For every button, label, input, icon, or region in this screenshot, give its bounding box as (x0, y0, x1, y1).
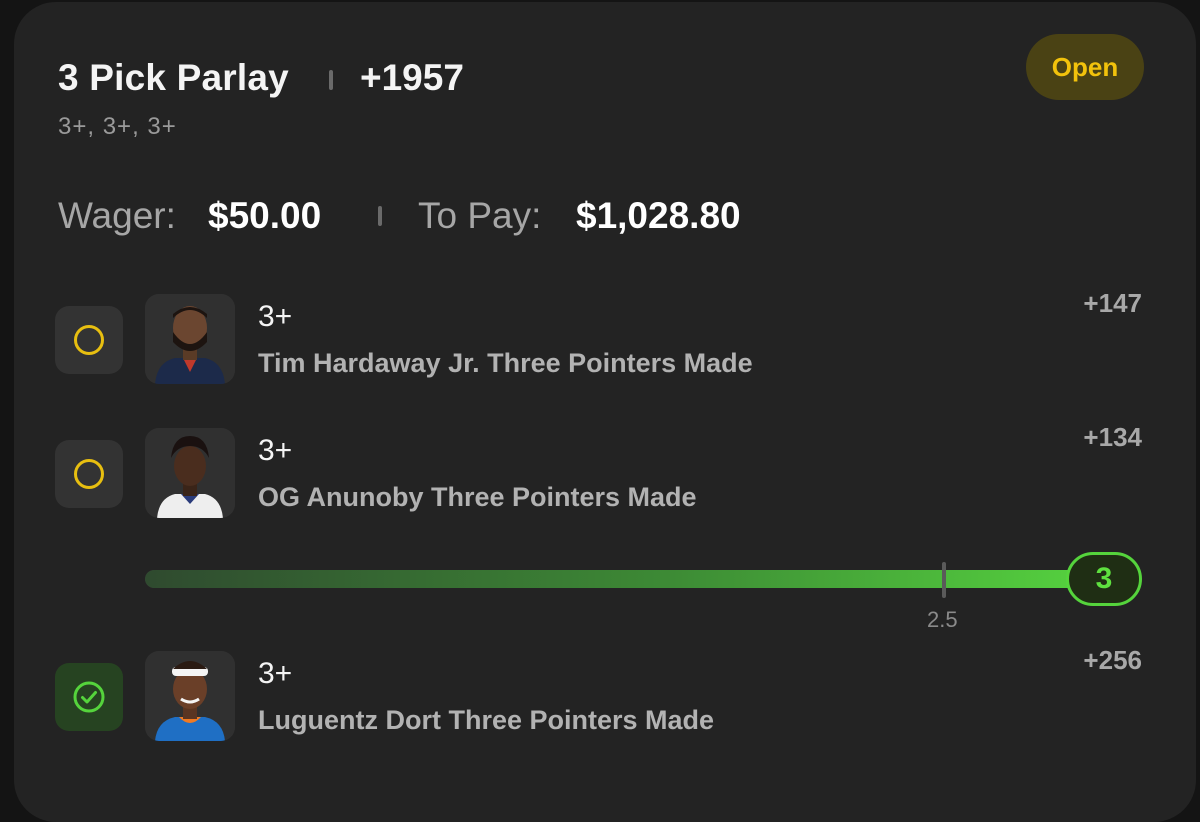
pick-description: OG Anunoby Three Pointers Made (258, 482, 697, 512)
pick-odds: +134 (1083, 422, 1142, 452)
progress-track (145, 570, 1105, 588)
title-divider (329, 70, 333, 90)
wager-label: Wager: (58, 195, 176, 236)
pick-description: Tim Hardaway Jr. Three Pointers Made (258, 348, 753, 378)
wager-divider (378, 206, 382, 226)
threshold-label: 2.5 (927, 607, 958, 632)
to-pay-label: To Pay: (418, 195, 542, 236)
pick-status-pending (55, 306, 123, 374)
pick-line: 3+ (258, 434, 293, 467)
player-avatar (145, 294, 235, 384)
status-badge: Open (1026, 34, 1144, 100)
pick-line: 3+ (258, 300, 293, 333)
pick-odds: +256 (1083, 645, 1142, 675)
to-pay-value: $1,028.80 (576, 195, 741, 236)
parlay-title: 3 Pick Parlay (58, 57, 289, 98)
player-headshot-icon (145, 651, 235, 741)
wager-value: $50.00 (208, 195, 322, 236)
parlay-lines-summary: 3+, 3+, 3+ (58, 113, 177, 140)
player-avatar (145, 651, 235, 741)
progress-value-badge: 3 (1066, 552, 1142, 606)
pick-status-won (55, 663, 123, 731)
player-headshot-icon (145, 294, 235, 384)
pending-circle-icon (74, 459, 104, 489)
pick-description: Luguentz Dort Three Pointers Made (258, 705, 715, 735)
pick-line: 3+ (258, 657, 293, 690)
progress-fill (145, 570, 1105, 588)
threshold-marker (942, 562, 946, 598)
check-circle-icon (73, 681, 105, 713)
pick-odds: +147 (1083, 288, 1142, 318)
player-avatar (145, 428, 235, 518)
pending-circle-icon (74, 325, 104, 355)
player-headshot-icon (145, 428, 235, 518)
pick-status-pending (55, 440, 123, 508)
parlay-odds: +1957 (360, 57, 464, 98)
